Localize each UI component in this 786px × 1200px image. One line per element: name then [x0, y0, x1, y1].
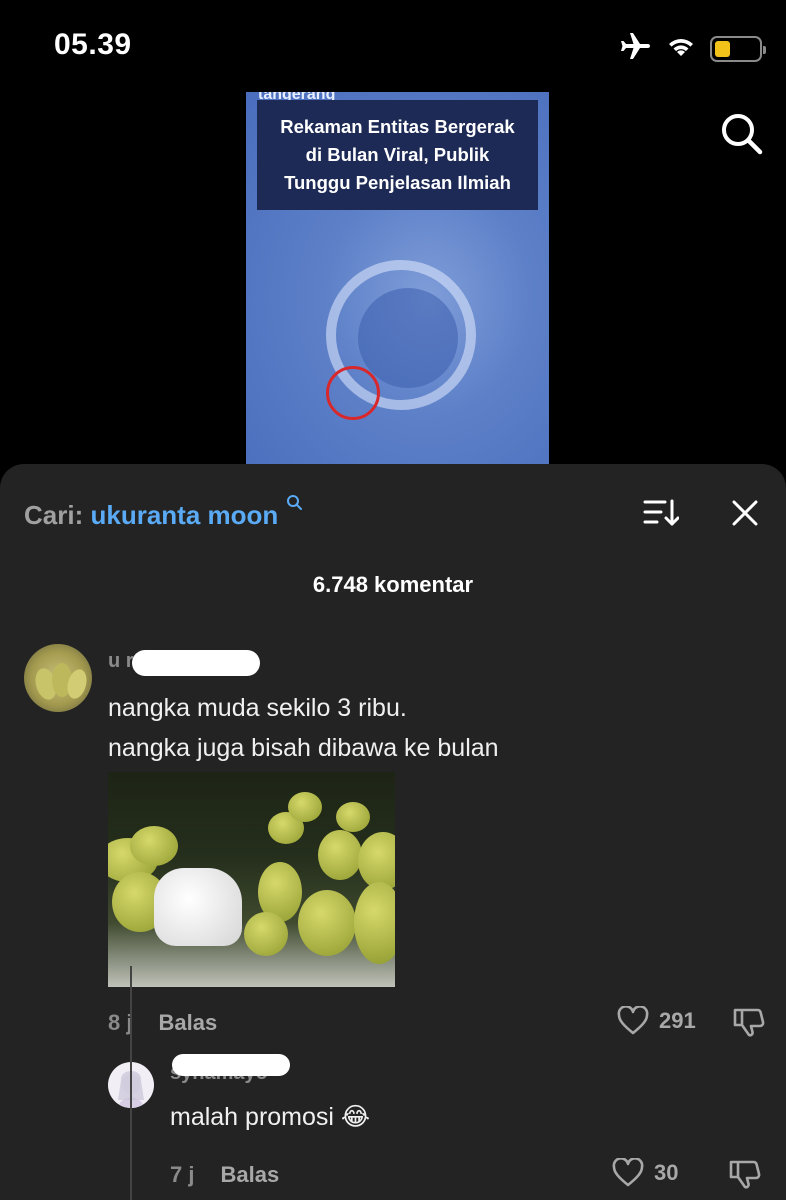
- like-button[interactable]: 291: [617, 1006, 696, 1036]
- battery-level: [715, 40, 730, 57]
- reply-meta: 7 j Balas: [170, 1162, 279, 1188]
- like-button[interactable]: 30: [612, 1158, 678, 1188]
- sort-icon[interactable]: [643, 498, 680, 528]
- like-count: 291: [659, 1008, 696, 1033]
- close-icon[interactable]: [730, 498, 760, 528]
- thread-line: [130, 966, 132, 1200]
- white-sack: [154, 868, 242, 946]
- username-redaction: [132, 650, 260, 676]
- video-headline-box: Rekaman Entitas Bergerak di Bulan Viral,…: [257, 100, 538, 210]
- reply-button[interactable]: Balas: [220, 1162, 279, 1187]
- comment-count: 6.748 komentar: [312, 572, 474, 597]
- video-player[interactable]: tangerang Rekaman Entitas Bergerak di Bu…: [246, 92, 549, 467]
- search-prefix: Cari:: [24, 500, 84, 530]
- reply-time: 7 j: [170, 1162, 195, 1187]
- highlight-circle: [326, 366, 380, 420]
- reply-button[interactable]: Balas: [158, 1010, 217, 1035]
- search-small-icon: [286, 495, 302, 510]
- comment-text: nangka muda sekilo 3 ribu. nangka juga b…: [108, 694, 499, 762]
- battery-icon: [710, 35, 766, 62]
- heart-icon: [612, 1158, 644, 1187]
- username-redaction: [172, 1054, 290, 1076]
- airplane-icon: [620, 32, 652, 65]
- reply-text: malah promosi 😂: [170, 1103, 371, 1131]
- avatar[interactable]: [24, 644, 92, 712]
- comment-meta: 8 j Balas: [108, 1010, 217, 1036]
- heart-icon: [617, 1006, 649, 1035]
- video-headline: Rekaman Entitas Bergerak di Bulan Viral,…: [280, 116, 515, 193]
- dislike-icon[interactable]: [732, 1006, 766, 1043]
- status-time: 05.39: [54, 28, 132, 61]
- comment-time: 8 j: [108, 1010, 133, 1035]
- comment-image-jackfruit[interactable]: [108, 772, 395, 987]
- search-suggestion[interactable]: Cari: ukuranta moon: [24, 494, 304, 531]
- wifi-icon: [666, 34, 696, 63]
- status-bar: 05.39: [0, 0, 786, 92]
- dislike-icon[interactable]: [728, 1158, 762, 1195]
- like-count: 30: [654, 1160, 679, 1185]
- comments-sheet: Cari: ukuranta moon 6.748 komentar u nan…: [0, 464, 786, 1200]
- status-icons: [620, 32, 766, 65]
- search-icon[interactable]: [720, 112, 764, 161]
- search-query[interactable]: ukuranta moon: [90, 500, 278, 530]
